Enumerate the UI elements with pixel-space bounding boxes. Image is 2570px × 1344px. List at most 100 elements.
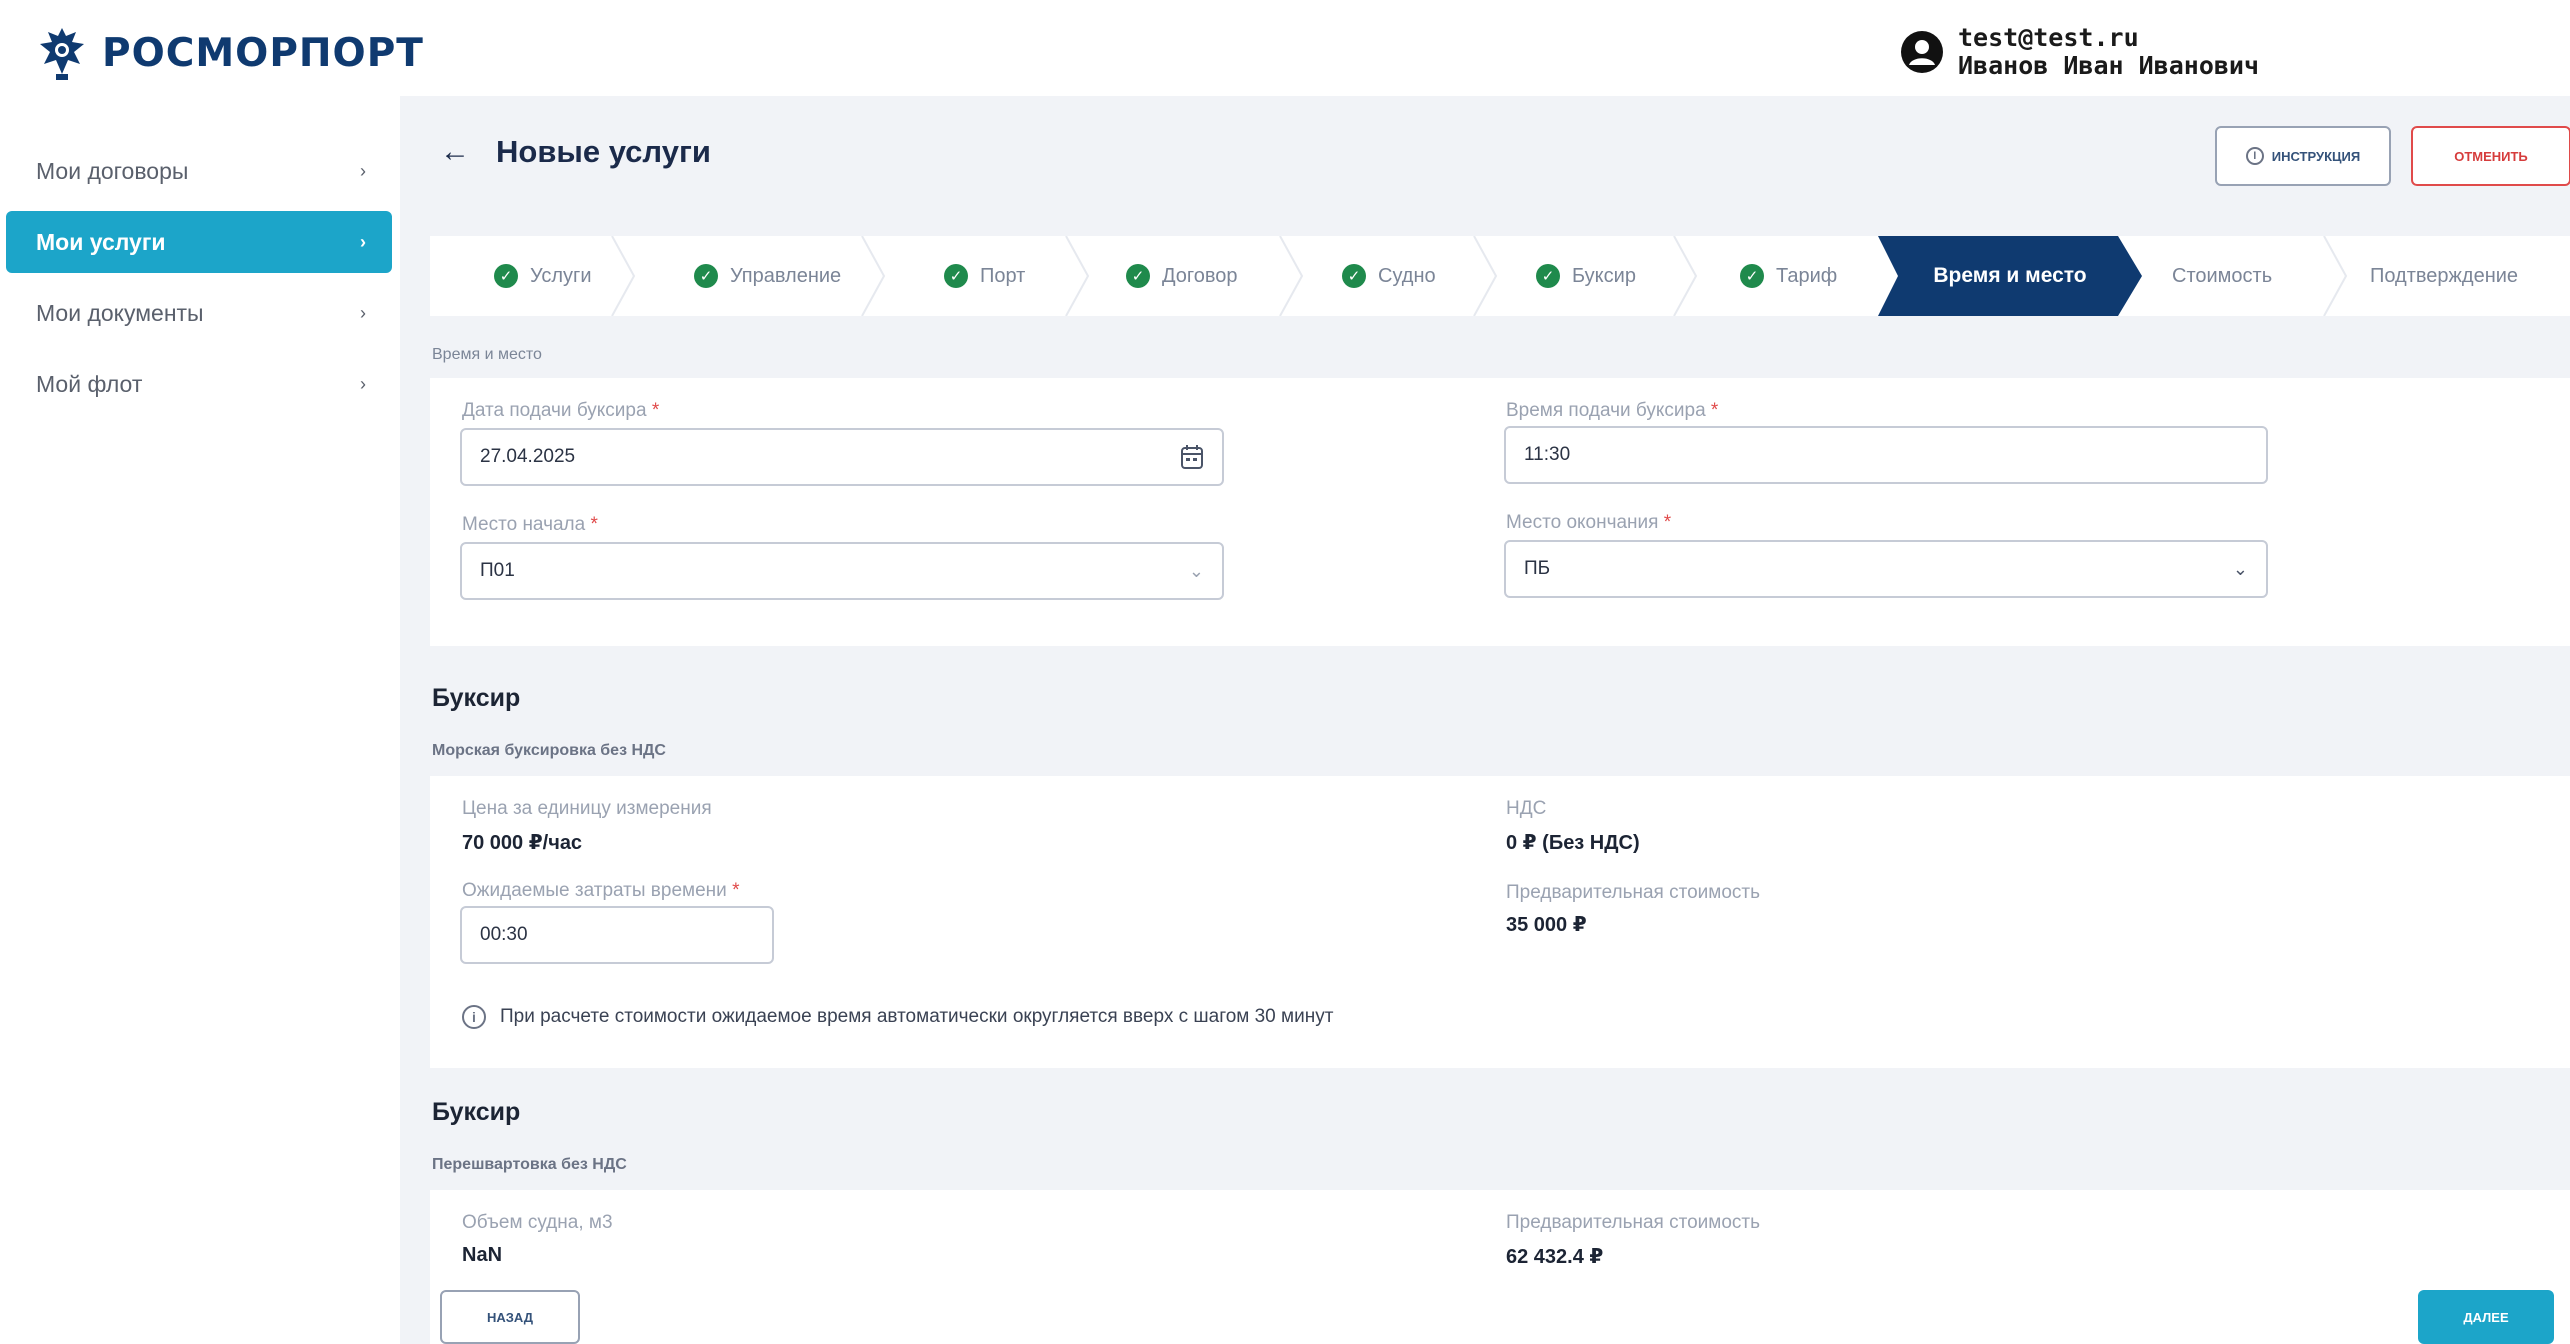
time-place-card	[430, 378, 2570, 646]
logo-text: РОСМОРПОРТ	[102, 30, 424, 76]
start-place-label: Место начала *	[462, 514, 598, 536]
info-icon: i	[462, 1005, 486, 1029]
step-contract[interactable]: ✓ Договор	[1126, 236, 1238, 316]
vat-value: 0 ₽ (Без НДС)	[1506, 832, 1640, 854]
back-arrow-icon[interactable]: ←	[440, 135, 470, 169]
chevron-right-icon: ›	[360, 160, 366, 181]
step-divider-icon	[861, 236, 886, 316]
check-icon: ✓	[1536, 264, 1560, 288]
time-input-value: 11:30	[1524, 444, 1571, 465]
instructions-button-label: Инструкция	[2271, 148, 2361, 164]
expected-time-input[interactable]: 00:30	[460, 906, 774, 964]
step-time-place[interactable]: Время и место	[1878, 236, 2142, 316]
step-tug[interactable]: ✓ Буксир	[1536, 236, 1636, 316]
volume-value: NaN	[462, 1244, 503, 1266]
check-icon: ✓	[1342, 264, 1366, 288]
tug1-prelim-cost-value: 35 000 ₽	[1506, 914, 1587, 936]
required-marker: *	[732, 880, 740, 901]
step-label: Тариф	[1776, 264, 1838, 287]
step-port[interactable]: ✓ Порт	[944, 236, 1025, 316]
sidebar-item-contracts[interactable]: Мои договоры ›	[6, 140, 392, 202]
end-place-value: ПБ	[1524, 558, 1551, 579]
volume-label: Объем судна, м3	[462, 1212, 613, 1233]
next-button-label: Далее	[2463, 1309, 2509, 1325]
date-field-label: Дата подачи буксира *	[462, 400, 659, 422]
sidebar-item-fleet[interactable]: Мой флот ›	[6, 353, 392, 415]
check-icon: ✓	[494, 264, 518, 288]
sidebar: Мои договоры › Мои услуги › Мои документ…	[0, 140, 400, 424]
chevron-right-icon: ›	[360, 373, 366, 394]
back-button[interactable]: Назад	[440, 1290, 580, 1344]
instructions-button[interactable]: i Инструкция	[2215, 126, 2391, 186]
end-place-label-text: Место окончания	[1506, 512, 1659, 533]
tug1-prelim-cost-label: Предварительная стоимость	[1506, 882, 1761, 903]
user-profile[interactable]: test@test.ru Иванов Иван Иванович	[1900, 24, 2259, 80]
time-input[interactable]: 11:30	[1504, 426, 2268, 484]
start-place-label-text: Место начала	[462, 514, 586, 535]
eagle-emblem-icon	[40, 28, 84, 80]
logo[interactable]: РОСМОРПОРТ	[36, 24, 424, 82]
rounding-info: i При расчете стоимости ожидаемое время …	[462, 1005, 1333, 1029]
chevron-down-icon: ⌄	[1188, 560, 1204, 581]
required-marker: *	[1710, 400, 1719, 421]
step-divider-icon	[1065, 236, 1090, 316]
sidebar-item-documents[interactable]: Мои документы ›	[6, 282, 392, 344]
end-place-label: Место окончания *	[1506, 512, 1671, 534]
expected-time-value: 00:30	[480, 924, 528, 945]
step-divider-icon	[1673, 236, 1698, 316]
user-info: test@test.ru Иванов Иван Иванович	[1958, 24, 2259, 80]
step-label: Буксир	[1572, 264, 1636, 287]
start-place-value: П01	[480, 560, 515, 581]
tug1-subtitle: Морская буксировка без НДС	[432, 742, 666, 759]
time-field-label: Время подачи буксира *	[1506, 400, 1718, 422]
sidebar-item-services[interactable]: Мои услуги ›	[6, 211, 392, 273]
stepper: ✓ Услуги ✓ Управление ✓ Порт ✓ Договор ✓…	[430, 236, 2570, 316]
chevron-right-icon: ›	[360, 302, 366, 323]
tug2-subtitle: Перешвартовка без НДС	[432, 1156, 627, 1173]
tug2-card	[430, 1190, 2570, 1344]
sidebar-item-label: Мой флот	[36, 370, 143, 397]
step-label: Время и место	[1933, 264, 2087, 287]
step-divider-icon	[2323, 236, 2348, 316]
user-email: test@test.ru	[1958, 23, 2139, 52]
date-input-value: 27.04.2025	[480, 446, 576, 467]
rounding-info-text: При расчете стоимости ожидаемое время ав…	[500, 1006, 1334, 1027]
step-services[interactable]: ✓ Услуги	[494, 236, 592, 316]
required-marker: *	[651, 400, 660, 421]
expected-time-label-text: Ожидаемые затраты времени	[462, 880, 727, 901]
tug2-title: Буксир	[432, 1098, 521, 1126]
step-label: Судно	[1378, 264, 1436, 287]
step-cost[interactable]: Стоимость	[2172, 236, 2272, 316]
step-vessel[interactable]: ✓ Судно	[1342, 236, 1436, 316]
tug2-prelim-cost-value: 62 432.4 ₽	[1506, 1246, 1604, 1268]
calendar-icon[interactable]	[1180, 444, 1204, 470]
sidebar-item-label: Мои документы	[36, 299, 204, 326]
back-button-label: Назад	[486, 1309, 534, 1325]
step-label: Услуги	[530, 264, 592, 287]
check-icon: ✓	[944, 264, 968, 288]
page-title: Новые услуги	[496, 134, 711, 169]
chevron-right-icon: ›	[360, 231, 366, 252]
info-icon: i	[2245, 147, 2264, 165]
next-button[interactable]: Далее	[2418, 1290, 2554, 1344]
required-marker: *	[1663, 512, 1672, 533]
step-label: Управление	[730, 264, 842, 287]
step-tariff[interactable]: ✓ Тариф	[1740, 236, 1837, 316]
step-divider-icon	[1473, 236, 1498, 316]
required-marker: *	[590, 514, 598, 535]
step-confirmation[interactable]: Подтверждение	[2370, 236, 2518, 316]
page-header: ← Новые услуги	[440, 134, 711, 170]
start-place-select[interactable]: П01 ⌄	[460, 542, 1224, 600]
section-caption-time-place: Время и место	[432, 346, 542, 363]
check-icon: ✓	[1740, 264, 1764, 288]
price-value: 70 000 ₽/час	[462, 832, 583, 854]
cancel-button[interactable]: Отменить	[2411, 126, 2570, 186]
step-divider-icon	[1279, 236, 1304, 316]
end-place-select[interactable]: ПБ ⌄	[1504, 540, 2268, 598]
step-label: Договор	[1162, 264, 1238, 287]
check-icon: ✓	[1126, 264, 1150, 288]
sidebar-item-label: Мои услуги	[36, 228, 166, 255]
date-input[interactable]: 27.04.2025	[460, 428, 1224, 486]
step-management[interactable]: ✓ Управление	[694, 236, 841, 316]
tug1-title: Буксир	[432, 684, 521, 712]
